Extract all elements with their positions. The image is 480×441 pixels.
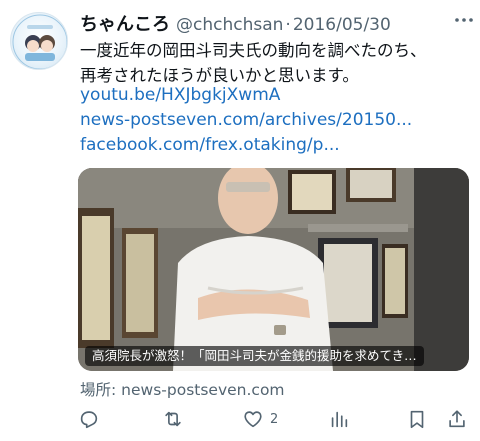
card-title: 高須院長が激怒！「岡田斗司夫が金銭的援助を求めてき… <box>85 346 424 366</box>
tweet-text: 一度近年の岡田斗司夫氏の動向を調べたのち、 再考されたほうが良いかと思います。 <box>80 38 472 88</box>
share-button[interactable] <box>446 405 468 433</box>
retweet-icon <box>165 411 181 427</box>
views-icon <box>331 411 348 428</box>
reply-icon <box>80 411 98 429</box>
more-horizontal-icon[interactable] <box>452 8 476 32</box>
tweet-header: ちゃんころ @chchchsan · 2016/05/30 <box>80 10 391 36</box>
bookmark-icon <box>410 410 424 429</box>
like-button[interactable]: 2 <box>242 405 278 433</box>
user-handle[interactable]: @chchchsan <box>176 15 283 35</box>
separator-dot: · <box>285 15 291 35</box>
bookmark-button[interactable] <box>406 405 428 433</box>
views-button[interactable] <box>328 405 350 433</box>
tweet-date[interactable]: 2016/05/30 <box>293 15 391 35</box>
link-card[interactable]: 高須院長が激怒！「岡田斗司夫が金銭的援助を求めてき… <box>78 168 469 371</box>
like-count: 2 <box>270 411 279 427</box>
card-domain-value: news-postseven.com <box>121 381 285 399</box>
reply-button[interactable] <box>78 405 100 433</box>
display-name[interactable]: ちゃんころ <box>80 10 170 36</box>
heart-icon <box>244 411 262 428</box>
card-domain[interactable]: 場所: news-postseven.com <box>80 378 285 400</box>
tweet-text-line-1: 一度近年の岡田斗司夫氏の動向を調べたのち、 <box>80 41 427 60</box>
facebook-link[interactable]: facebook.com/frex.otaking/p... <box>80 135 340 155</box>
card-domain-label: 場所: <box>80 381 117 399</box>
youtube-link[interactable]: youtu.be/HXJbgkjXwmA <box>80 85 280 105</box>
card-thumbnail-image <box>78 168 469 371</box>
avatar-illustration <box>12 14 67 69</box>
avatar[interactable] <box>10 12 68 70</box>
share-icon <box>449 410 465 428</box>
action-bar: 2 <box>70 405 470 435</box>
news-link[interactable]: news-postseven.com/archives/20150... <box>80 110 412 130</box>
retweet-button[interactable] <box>162 405 184 433</box>
